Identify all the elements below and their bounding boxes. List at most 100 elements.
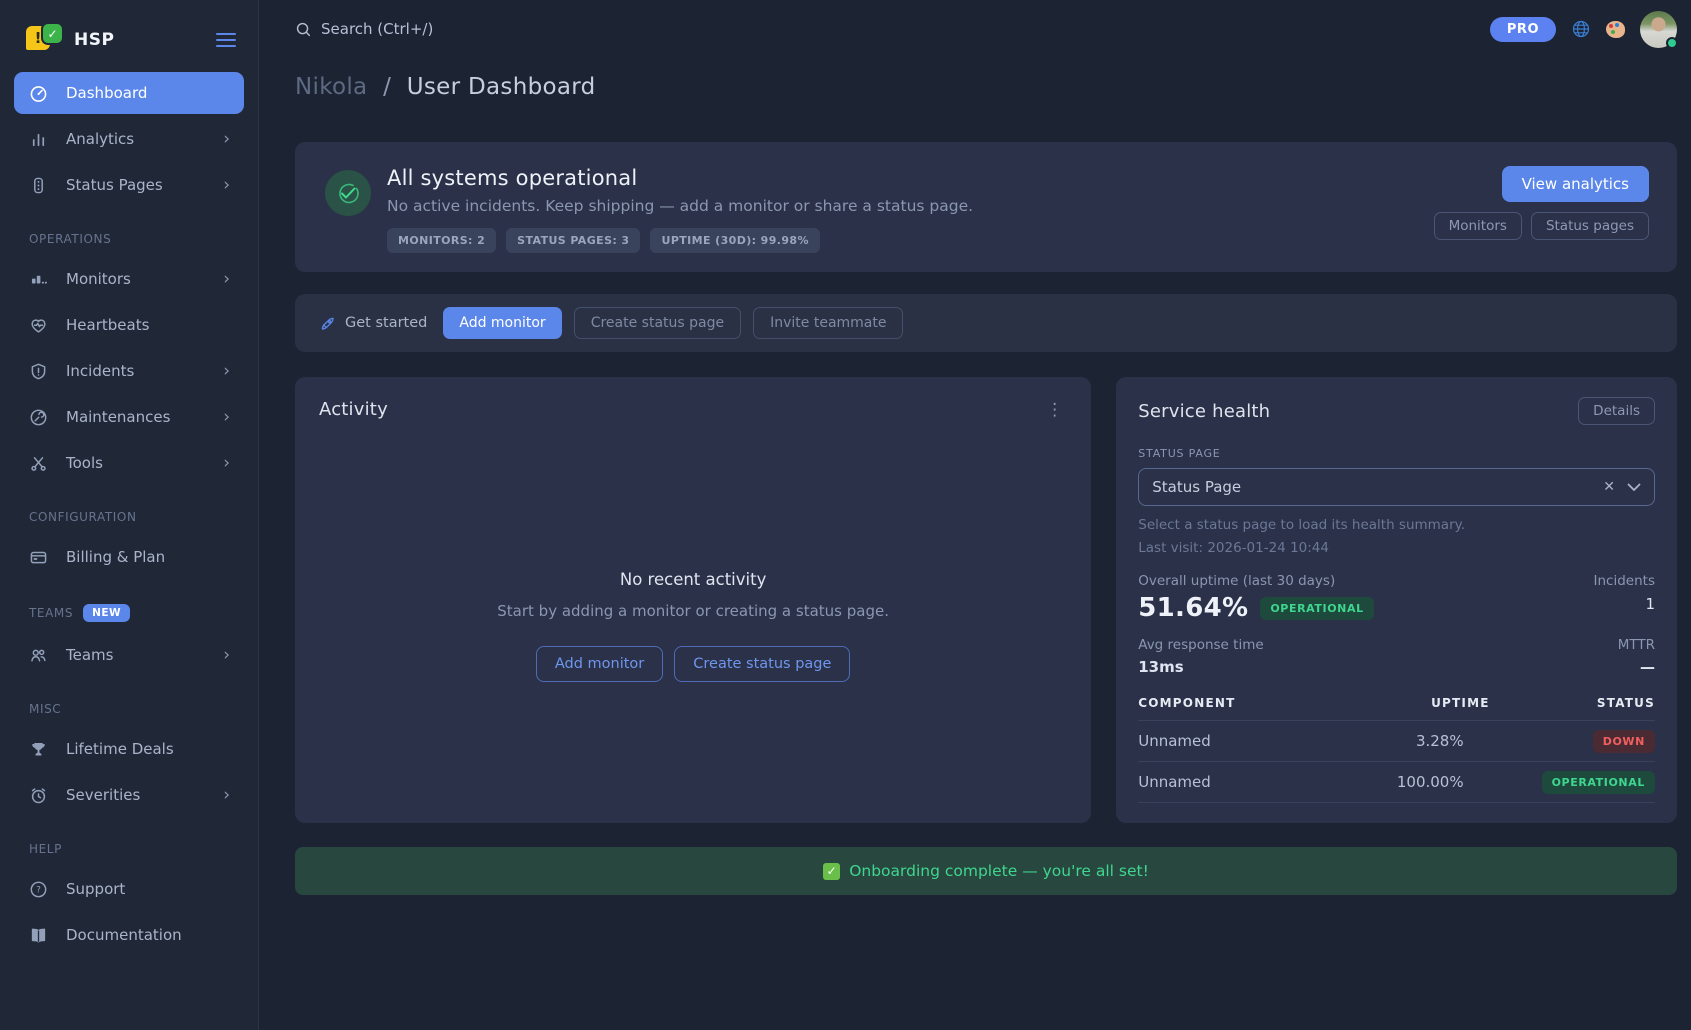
column-header-status: STATUS [1490, 696, 1655, 710]
monitors-count-chip: MONITORS: 2 [387, 228, 496, 253]
theme-palette-icon[interactable] [1606, 21, 1625, 38]
component-name: Unnamed [1138, 773, 1334, 791]
pro-badge[interactable]: PRO [1490, 17, 1556, 42]
sidebar-item-incidents[interactable]: Incidents › [14, 350, 244, 392]
sidebar-item-analytics[interactable]: Analytics › [14, 118, 244, 160]
add-monitor-button[interactable]: Add monitor [443, 307, 561, 339]
topbar: Search (Ctrl+/) PRO [295, 0, 1677, 58]
create-status-page-button[interactable]: Create status page [574, 307, 741, 339]
sidebar-item-label: Severities [66, 786, 140, 804]
sidebar-section-teams: TEAMS NEW [14, 604, 244, 622]
sidebar-item-label: Tools [66, 454, 103, 472]
sidebar-item-severities[interactable]: Severities › [14, 774, 244, 816]
uptime-value: 51.64% [1138, 593, 1248, 623]
sidebar-section-operations: OPERATIONS [14, 232, 244, 246]
avg-response-value: 13ms [1138, 658, 1263, 676]
search-icon [295, 21, 312, 38]
check-icon: ✓ [823, 863, 840, 880]
sidebar-nav: Dashboard Analytics › Status Pages › OPE… [0, 60, 258, 956]
get-started-bar: Get started Add monitor Create status pa… [295, 294, 1677, 352]
chevron-right-icon: › [223, 647, 230, 664]
status-pages-button[interactable]: Status pages [1531, 212, 1649, 240]
table-row[interactable]: Unnamed 100.00% OPERATIONAL [1138, 762, 1655, 803]
details-button[interactable]: Details [1578, 397, 1655, 425]
traffic-light-icon [29, 176, 48, 195]
sidebar-section-help: HELP [14, 842, 244, 856]
shield-alert-icon [29, 362, 48, 381]
components-table: COMPONENT UPTIME STATUS Unnamed 3.28% DO… [1138, 692, 1655, 803]
sidebar-item-support[interactable]: ? Support [14, 868, 244, 910]
sidebar-item-tools[interactable]: Tools › [14, 442, 244, 484]
add-monitor-button[interactable]: Add monitor [536, 646, 663, 682]
service-health-card: Service health Details STATUS PAGE Statu… [1116, 377, 1677, 823]
component-uptime: 3.28% [1335, 732, 1490, 750]
user-avatar[interactable] [1640, 11, 1677, 48]
online-status-dot [1666, 37, 1678, 49]
sidebar-item-label: Lifetime Deals [66, 740, 174, 758]
chevron-right-icon: › [223, 455, 230, 472]
chevron-right-icon: › [223, 363, 230, 380]
status-page-select[interactable]: Status Page ✕ [1138, 468, 1655, 506]
sidebar-item-label: Documentation [66, 926, 182, 944]
logo-row: ! ✓ HSP [0, 18, 258, 60]
sidebar-item-label: Maintenances [66, 408, 170, 426]
activity-card: Activity ⋮ No recent activity Start by a… [295, 377, 1091, 823]
new-badge: NEW [83, 604, 130, 622]
monitors-button[interactable]: Monitors [1434, 212, 1522, 240]
rocket-icon [319, 315, 336, 332]
sidebar-item-documentation[interactable]: Documentation [14, 914, 244, 956]
avg-response-label: Avg response time [1138, 637, 1263, 653]
sidebar-item-heartbeats[interactable]: Heartbeats [14, 304, 244, 346]
activity-title: Activity [319, 399, 388, 420]
sidebar-item-label: Teams [66, 646, 113, 664]
service-health-title: Service health [1138, 401, 1270, 422]
tools-scissors-icon [29, 454, 48, 473]
clear-selection-icon[interactable]: ✕ [1603, 479, 1615, 495]
credit-card-icon [29, 548, 48, 567]
sidebar-item-maintenances[interactable]: Maintenances › [14, 396, 244, 438]
main-content: Search (Ctrl+/) PRO Nikola / User Dashbo… [259, 0, 1691, 1030]
app-logo-icon: ! ✓ [26, 24, 62, 56]
sidebar-item-teams[interactable]: Teams › [14, 634, 244, 676]
dashboard-gauge-icon [29, 84, 48, 103]
sidebar-item-label: Support [66, 880, 125, 898]
status-pages-count-chip: STATUS PAGES: 3 [506, 228, 640, 253]
maintenance-wrench-icon [29, 408, 48, 427]
column-header-component: COMPONENT [1138, 696, 1334, 710]
chevron-right-icon: › [223, 177, 230, 194]
chevron-down-icon[interactable] [1627, 483, 1641, 492]
heartbeat-icon [29, 316, 48, 335]
sidebar-item-label: Status Pages [66, 176, 163, 194]
hamburger-menu-icon[interactable] [214, 25, 238, 55]
onboarding-complete-banner: ✓ Onboarding complete — you're all set! [295, 847, 1677, 895]
component-name: Unnamed [1138, 732, 1334, 750]
uptime-chip: UPTIME (30D): 99.98% [650, 228, 819, 253]
sidebar-section-configuration: CONFIGURATION [14, 510, 244, 524]
activity-empty-state: No recent activity Start by adding a mon… [319, 420, 1067, 801]
search-input[interactable]: Search (Ctrl+/) [295, 20, 433, 38]
globe-language-icon[interactable] [1571, 19, 1591, 39]
chevron-right-icon: › [223, 787, 230, 804]
sidebar-item-lifetime-deals[interactable]: Lifetime Deals [14, 728, 244, 770]
create-status-page-button[interactable]: Create status page [674, 646, 850, 682]
sidebar-item-label: Billing & Plan [66, 548, 165, 566]
incidents-label: Incidents [1594, 573, 1655, 589]
sidebar: ! ✓ HSP Dashboard Analytics › Status Pag… [0, 0, 259, 1030]
sidebar-item-billing[interactable]: Billing & Plan [14, 536, 244, 578]
sidebar-section-misc: MISC [14, 702, 244, 716]
operational-status-badge: OPERATIONAL [1260, 597, 1373, 620]
view-analytics-button[interactable]: View analytics [1502, 166, 1649, 202]
sidebar-item-dashboard[interactable]: Dashboard [14, 72, 244, 114]
app-name: HSP [74, 30, 114, 50]
monitors-bars-icon [29, 270, 48, 289]
invite-teammate-button[interactable]: Invite teammate [753, 307, 903, 339]
last-visit-text: Last visit: 2026-01-24 10:44 [1138, 540, 1655, 556]
select-helper-text: Select a status page to load its health … [1138, 517, 1655, 533]
table-row[interactable]: Unnamed 3.28% DOWN [1138, 721, 1655, 762]
sidebar-item-status-pages[interactable]: Status Pages › [14, 164, 244, 206]
chevron-right-icon: › [223, 131, 230, 148]
breadcrumb-parent[interactable]: Nikola [295, 74, 367, 100]
system-status-hero: All systems operational No active incide… [295, 142, 1677, 272]
sidebar-item-monitors[interactable]: Monitors › [14, 258, 244, 300]
kebab-menu-icon[interactable]: ⋮ [1042, 400, 1067, 420]
